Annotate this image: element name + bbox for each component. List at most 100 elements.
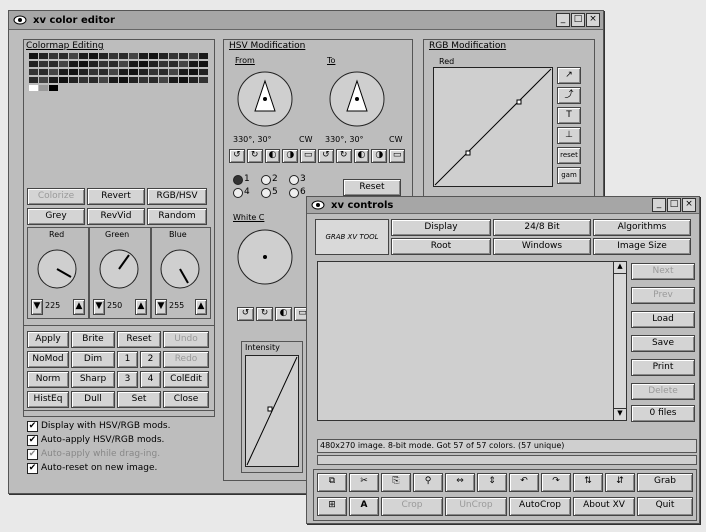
preset-3-button[interactable]: 3 (117, 371, 138, 388)
green-dial[interactable] (95, 247, 143, 291)
colormap-cell[interactable] (79, 61, 88, 67)
colormap-cell[interactable] (179, 69, 188, 75)
red-down-button[interactable]: ▼ (31, 299, 43, 315)
windows-menu-button[interactable]: Windows (493, 238, 591, 255)
white-tool-button[interactable]: ↻ (256, 307, 273, 321)
controls-titlebar[interactable]: xv controls _ □ × (307, 197, 699, 214)
redo-button[interactable]: Redo (163, 351, 209, 368)
colormap-cell[interactable] (79, 53, 88, 59)
colormap-cell[interactable] (119, 53, 128, 59)
colormap-cell[interactable] (179, 61, 188, 67)
hue-radio-2[interactable] (261, 175, 271, 185)
colormap-cell[interactable] (99, 69, 108, 75)
hue-radio-1[interactable] (233, 175, 243, 185)
hue-tool-button[interactable]: ◑ (282, 149, 299, 163)
grey-button[interactable]: Grey (27, 208, 85, 225)
colormap-cell[interactable] (149, 61, 158, 67)
colormap-cell[interactable] (189, 61, 198, 67)
load-button[interactable]: Load (631, 311, 695, 328)
grab-button[interactable]: Grab (637, 473, 693, 492)
colormap-cell[interactable] (79, 69, 88, 75)
colormap-cell[interactable] (39, 53, 48, 59)
colormap-cell[interactable] (129, 61, 138, 67)
image-size-menu-button[interactable]: Image Size (593, 238, 691, 255)
colormap-cell[interactable] (119, 77, 128, 83)
colormap-cell[interactable] (59, 53, 68, 59)
colormap-cell[interactable] (159, 53, 168, 59)
colormap-cell[interactable] (109, 77, 118, 83)
blue-down-button[interactable]: ▼ (155, 299, 167, 315)
colormap-cell[interactable] (79, 77, 88, 83)
curve-gam-button[interactable]: gam (557, 167, 581, 184)
auto-reset-checkbox[interactable]: ✔ (27, 463, 38, 474)
flip-v-icon[interactable]: ⇕ (477, 473, 507, 492)
display-mods-checkbox[interactable]: ✔ (27, 421, 38, 432)
colormap-cell[interactable] (89, 77, 98, 83)
auto-apply-checkbox[interactable]: ✔ (27, 435, 38, 446)
close-editor-button[interactable]: Close (163, 391, 209, 408)
colormap-cell[interactable] (59, 69, 68, 75)
reset-button[interactable]: Reset (117, 331, 161, 348)
swap-icon[interactable]: ⇅ (573, 473, 603, 492)
colormap-cell[interactable] (89, 61, 98, 67)
colormap-cell[interactable] (59, 77, 68, 83)
colormap-cell[interactable] (189, 77, 198, 83)
hue-tool-button[interactable]: ▭ (389, 149, 405, 163)
colormap-cell[interactable] (39, 85, 48, 91)
colormap-cell[interactable] (189, 69, 198, 75)
hue-tool-button[interactable]: ↻ (335, 149, 352, 163)
colormap-cell[interactable] (149, 53, 158, 59)
sharp-button[interactable]: Sharp (71, 371, 115, 388)
coledit-button[interactable]: ColEdit (163, 371, 209, 388)
histeq-button[interactable]: HistEq (27, 391, 69, 408)
colormap-cell[interactable] (139, 61, 148, 67)
text-tool-button[interactable]: A (349, 497, 379, 516)
scroll-up-icon[interactable]: ▲ (614, 262, 626, 274)
save-button[interactable]: Save (631, 335, 695, 352)
colormap-cell[interactable] (49, 53, 58, 59)
quit-button[interactable]: Quit (637, 497, 693, 516)
dim-button[interactable]: Dim (71, 351, 115, 368)
to-hue-dial[interactable] (323, 67, 395, 131)
blue-up-button[interactable]: ▲ (195, 299, 207, 315)
colormap-cell[interactable] (149, 69, 158, 75)
curve-type-1-button[interactable]: ↗ (557, 67, 581, 84)
revvid-button[interactable]: RevVid (87, 208, 145, 225)
xv-logo[interactable]: GRAB XV TOOL (315, 219, 389, 255)
minimize-icon[interactable]: _ (652, 198, 666, 212)
green-down-button[interactable]: ▼ (93, 299, 105, 315)
hue-tool-button[interactable]: ▭ (300, 149, 316, 163)
apply-button[interactable]: Apply (27, 331, 69, 348)
dull-button[interactable]: Dull (71, 391, 115, 408)
random-button[interactable]: Random (147, 208, 207, 225)
colormap-cell[interactable] (189, 53, 198, 59)
delete-button[interactable]: Delete (631, 383, 695, 400)
copy-icon[interactable]: ⎘ (381, 473, 411, 492)
rotate-left-icon[interactable]: ↶ (509, 473, 539, 492)
minimize-icon[interactable]: _ (556, 13, 570, 27)
auto-apply-drag-checkbox[interactable]: ✔ (27, 449, 38, 460)
brite-button[interactable]: Brite (71, 331, 115, 348)
flip-h-icon[interactable]: ⇔ (445, 473, 475, 492)
colormap-cell[interactable] (49, 77, 58, 83)
hue-radio-4[interactable] (233, 188, 243, 198)
hue-radio-6[interactable] (289, 188, 299, 198)
bit-menu-button[interactable]: 24/8 Bit (493, 219, 591, 236)
colormap-cell[interactable] (169, 61, 178, 67)
red-up-button[interactable]: ▲ (73, 299, 85, 315)
colormap-cell[interactable] (59, 61, 68, 67)
colorize-button[interactable]: Colorize (27, 188, 85, 205)
undo-button[interactable]: Undo (163, 331, 209, 348)
colormap-cell[interactable] (29, 61, 38, 67)
next-button[interactable]: Next (631, 263, 695, 280)
print-button[interactable]: Print (631, 359, 695, 376)
curve-reset-button[interactable]: reset (557, 147, 581, 164)
scroll-down-icon[interactable]: ▼ (614, 408, 626, 420)
colormap-cell[interactable] (169, 53, 178, 59)
hue-tool-button[interactable]: ◐ (264, 149, 281, 163)
algorithms-menu-button[interactable]: Algorithms (593, 219, 691, 236)
root-menu-button[interactable]: Root (391, 238, 491, 255)
curve-type-3-button[interactable]: T (557, 107, 581, 124)
colormap-cell[interactable] (179, 77, 188, 83)
colormap-cell[interactable] (29, 53, 38, 59)
